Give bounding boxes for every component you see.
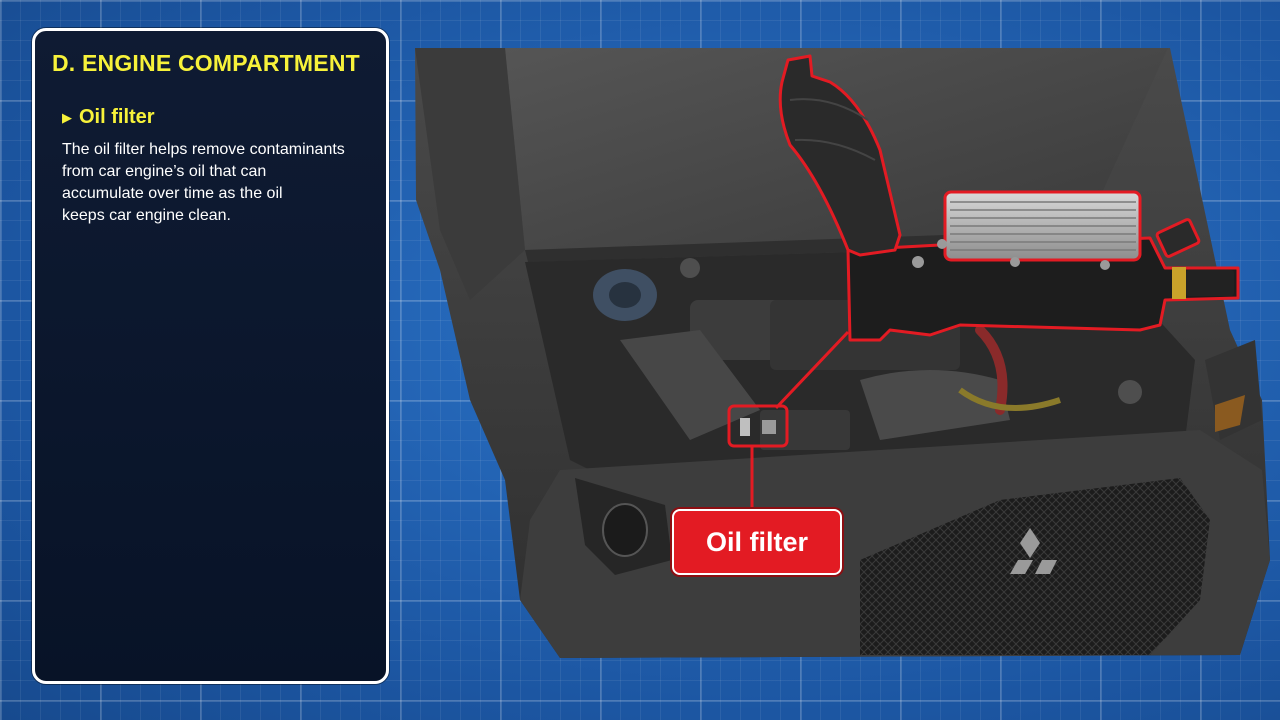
oil-filter-callout-label: Oil filter [672,509,842,575]
callout-label-text: Oil filter [705,526,808,557]
car-engine-illustration [415,48,1270,658]
